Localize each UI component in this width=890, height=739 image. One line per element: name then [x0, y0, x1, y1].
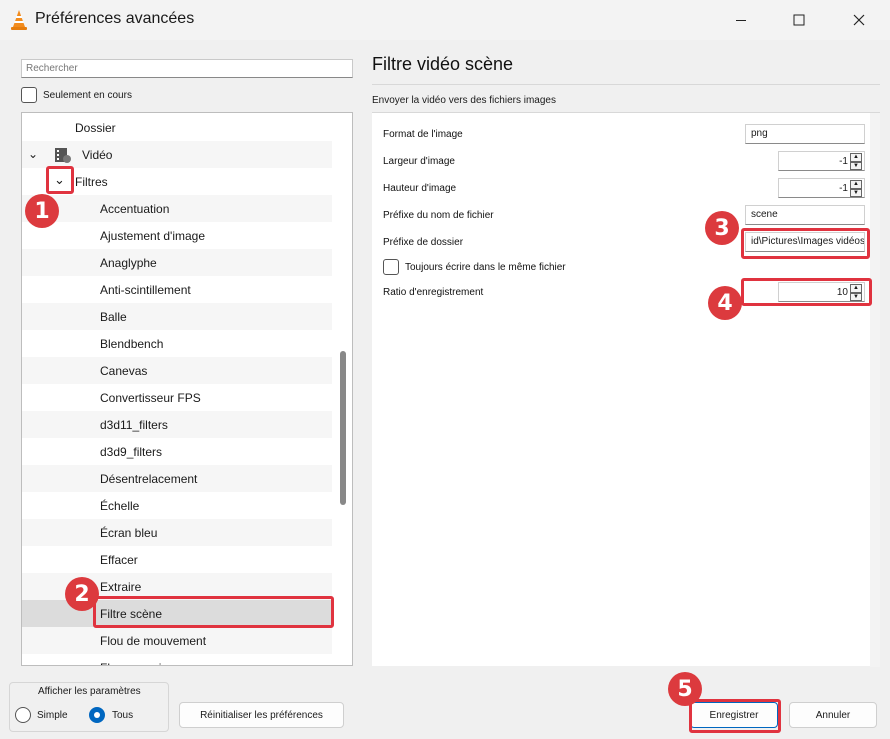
tree-item-label: Ajustement d'image — [100, 228, 206, 243]
annotation-badge-5: 5 — [668, 672, 702, 706]
always-same-file-label: Toujours écrire dans le même fichier — [405, 262, 566, 273]
spin-up-icon[interactable]: ▲ — [850, 180, 862, 189]
only-current-label: Seulement en cours — [43, 89, 132, 101]
annotation-box-4 — [741, 278, 872, 306]
annotation-box-1 — [46, 166, 74, 194]
annotation-box-5 — [689, 699, 781, 733]
tree-item-label: Accentuation — [100, 201, 170, 216]
minimize-button[interactable] — [718, 0, 764, 40]
always-same-file-checkbox[interactable] — [383, 259, 399, 275]
tree-item-label: Anaglyphe — [100, 255, 157, 270]
tree-item-filter[interactable]: Échelle — [22, 492, 332, 519]
tree-scrollbar[interactable] — [340, 351, 346, 505]
tree-item-filter[interactable]: Balle — [22, 303, 332, 330]
tree-item-label: Filtres — [75, 174, 108, 189]
spin-up-icon[interactable]: ▲ — [850, 153, 862, 162]
annotation-box-3 — [741, 228, 870, 259]
tree-item-filter[interactable]: Flou de mouvement — [22, 627, 332, 654]
tree-item-filter[interactable]: Flou gaussien — [22, 654, 332, 666]
tree-item-filter[interactable]: d3d11_filters — [22, 411, 332, 438]
tree-item-label: Extraire — [100, 579, 142, 594]
tree-item-label: Vidéo — [82, 147, 113, 162]
panel-title: Filtre vidéo scène — [372, 54, 514, 74]
annotation-badge-1: 1 — [25, 194, 59, 228]
height-spinbox[interactable]: -1 ▲ ▼ — [778, 178, 865, 198]
annotation-badge-2: 2 — [65, 577, 99, 611]
tree-item-filter[interactable]: Effacer — [22, 546, 332, 573]
only-current-checkbox[interactable]: Seulement en cours — [21, 87, 132, 103]
width-value: -1 — [839, 156, 848, 167]
maximize-icon — [793, 14, 805, 26]
tree-item-filter[interactable]: d3d9_filters — [22, 438, 332, 465]
tree-item-filter[interactable]: Blendbench — [22, 330, 332, 357]
width-spinbox[interactable]: -1 ▲ ▼ — [778, 151, 865, 171]
tree-item-label: Convertisseur FPS — [100, 390, 201, 405]
settings-scrollbar[interactable] — [870, 113, 880, 667]
width-label: Largeur d'image — [383, 156, 455, 167]
close-icon — [853, 14, 865, 26]
ratio-label: Ratio d'enregistrement — [383, 287, 484, 298]
chevron-down-icon[interactable]: ⌄ — [28, 147, 38, 161]
window-title: Préférences avancées — [35, 10, 195, 27]
vlc-cone-icon — [11, 10, 27, 30]
tree-item-label: Écran bleu — [100, 525, 158, 540]
tree-item-label: Balle — [100, 309, 127, 324]
tree-item-label: Dossier — [75, 120, 116, 135]
tree-item-label: Effacer — [100, 552, 138, 567]
filename-prefix-input[interactable]: scene — [745, 205, 865, 225]
tree-item-filter[interactable]: Anti-scintillement — [22, 276, 332, 303]
folder-label: Préfixe de dossier — [383, 237, 464, 248]
all-radio[interactable] — [89, 707, 105, 723]
show-settings-title: Afficher les paramètres — [36, 686, 143, 697]
height-value: -1 — [839, 183, 848, 194]
tree-item-label: Canevas — [100, 363, 148, 378]
tree-item-dossier[interactable]: Dossier — [22, 114, 332, 141]
tree-item-filter[interactable]: Écran bleu — [22, 519, 332, 546]
reset-preferences-button[interactable]: Réinitialiser les préférences — [179, 702, 344, 728]
format-label: Format de l'image — [383, 129, 463, 140]
tree-item-filter[interactable]: Accentuation — [22, 195, 332, 222]
checkbox-box[interactable] — [21, 87, 37, 103]
close-button[interactable] — [836, 0, 882, 40]
annotation-badge-3: 3 — [705, 211, 739, 245]
tree-item-filter[interactable]: Désentrelacement — [22, 465, 332, 492]
simple-radio-label: Simple — [37, 710, 68, 721]
tree-item-filter[interactable]: Canevas — [22, 357, 332, 384]
tree-item-filter[interactable]: Convertisseur FPS — [22, 384, 332, 411]
cancel-button[interactable]: Annuler — [789, 702, 877, 728]
panel-description: Envoyer la vidéo vers des fichiers image… — [372, 95, 556, 106]
title-divider — [372, 84, 880, 85]
search-input[interactable]: Rechercher — [21, 59, 353, 78]
annotation-box-2 — [93, 596, 334, 628]
height-label: Hauteur d'image — [383, 183, 457, 194]
all-radio-label: Tous — [112, 710, 134, 721]
tree-item-label: Flou de mouvement — [100, 633, 207, 648]
prefix-label: Préfixe du nom de fichier — [383, 210, 494, 221]
tree-item-filter[interactable]: Ajustement d'image — [22, 222, 332, 249]
annotation-badge-4: 4 — [708, 286, 742, 320]
spin-down-icon[interactable]: ▼ — [850, 188, 862, 197]
spin-down-icon[interactable]: ▼ — [850, 161, 862, 170]
minimize-icon — [736, 20, 746, 21]
format-input[interactable]: png — [745, 124, 865, 144]
maximize-button[interactable] — [776, 0, 822, 40]
tree-item-filter[interactable]: Anaglyphe — [22, 249, 332, 276]
tree-item-label: d3d11_filters — [100, 417, 168, 432]
tree-item-label: Blendbench — [100, 336, 164, 351]
tree-item-label: Désentrelacement — [100, 471, 198, 486]
tree-item-label: d3d9_filters — [100, 444, 163, 459]
video-film-icon — [55, 148, 71, 163]
title-bar: Préférences avancées — [0, 0, 890, 40]
tree-item-label: Anti-scintillement — [100, 282, 191, 297]
tree-item-video[interactable]: ⌄ Vidéo — [22, 141, 332, 168]
tree-item-label: Flou gaussien — [100, 661, 175, 666]
tree-item-label: Échelle — [100, 498, 140, 513]
simple-radio[interactable] — [15, 707, 31, 723]
